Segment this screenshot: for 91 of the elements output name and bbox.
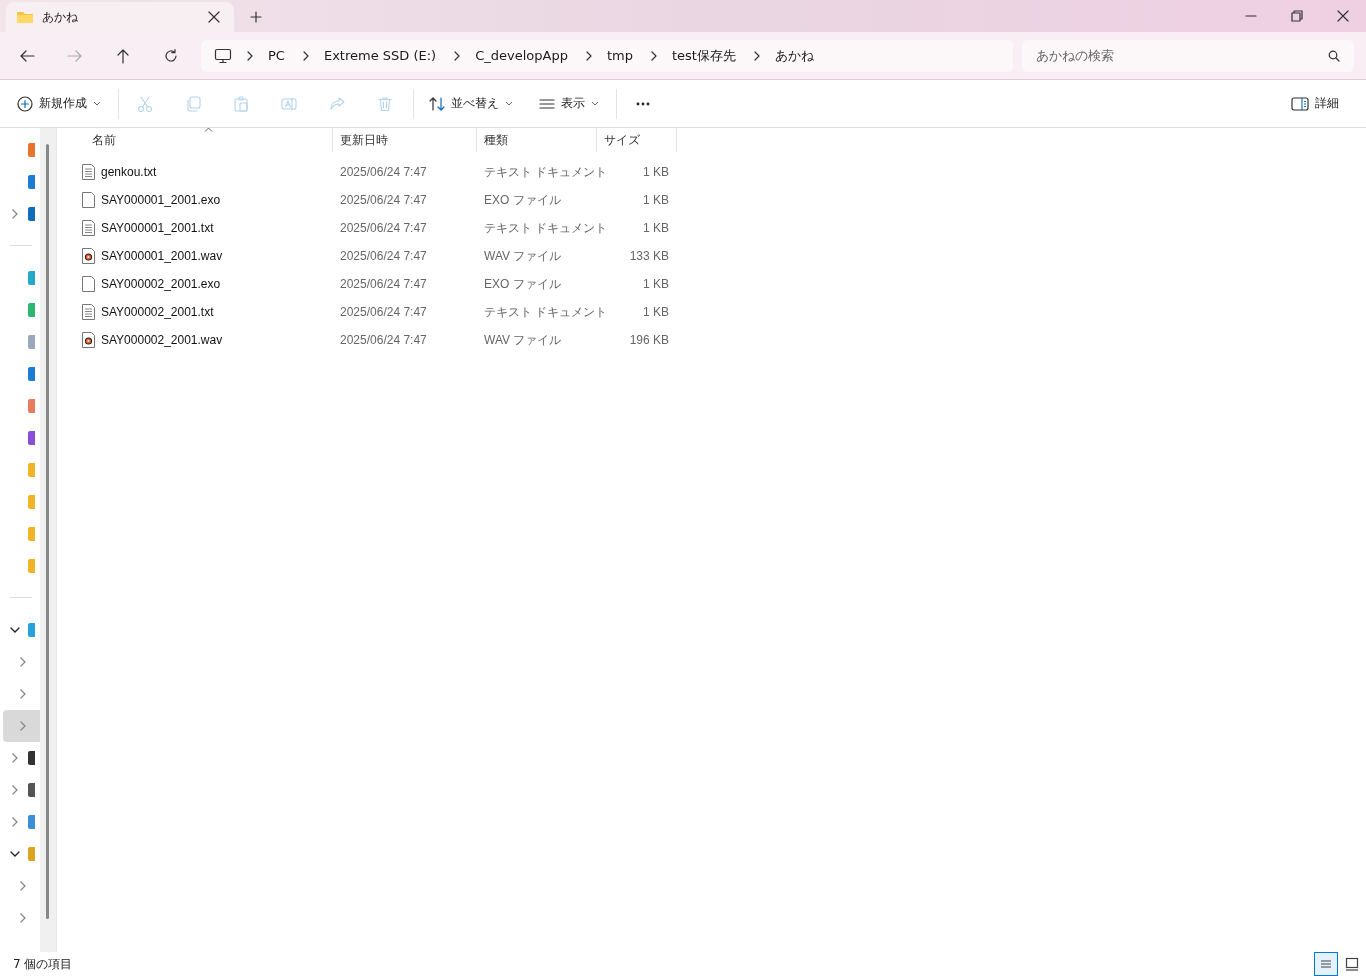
caret-down-icon [505, 100, 513, 107]
caret-down-icon [591, 100, 599, 107]
view-button[interactable]: 表示 [530, 87, 608, 120]
file-type: テキスト ドキュメント [484, 163, 608, 181]
file-size: 1 KB [643, 277, 669, 291]
chevron-down-icon[interactable] [10, 849, 20, 859]
file-name[interactable]: SAY000001_2001.exo [101, 193, 221, 207]
file-name[interactable]: SAY000001_2001.txt [101, 221, 214, 235]
column-header[interactable]: 更新日時 [333, 128, 477, 152]
chevron-right-icon [301, 50, 310, 61]
plus-icon [250, 11, 262, 23]
close-icon [1337, 10, 1349, 22]
file-type: EXO ファイル [484, 191, 561, 209]
chevron-right-icon[interactable] [18, 689, 28, 699]
scrollbar-thumb[interactable] [46, 144, 49, 919]
column-header[interactable]: サイズ [597, 128, 677, 152]
close-icon[interactable] [208, 11, 220, 23]
chevron-right-icon[interactable] [18, 881, 28, 891]
breadcrumb-item[interactable]: C_developApp [475, 48, 568, 63]
address-bar[interactable]: PC Extreme SSD (E:) C_developApp tmp test保存先 あかね [201, 39, 1013, 72]
chevron-right-icon[interactable] [10, 817, 20, 827]
file-size: 1 KB [643, 165, 669, 179]
file-type: WAV ファイル [484, 331, 562, 349]
file-size: 1 KB [643, 221, 669, 235]
file-size: 196 KB [629, 333, 669, 347]
up-arrow-icon [115, 47, 131, 64]
file-size: 1 KB [643, 305, 669, 319]
breadcrumb-item[interactable]: tmp [606, 48, 633, 63]
window-tab[interactable]: あかね [6, 2, 234, 32]
file-size: 1 KB [643, 193, 669, 207]
audio-file-icon [81, 248, 96, 264]
chevron-right-icon [584, 50, 593, 61]
folder-icon [16, 10, 34, 24]
chevron-right-icon [752, 50, 761, 61]
sort-button[interactable]: 並べ替え [420, 87, 522, 120]
modified-date: 2025/06/24 7:47 [340, 277, 427, 291]
blank-file-icon [81, 192, 96, 208]
caret-down-icon [93, 100, 101, 107]
breadcrumb-item[interactable]: あかね [774, 46, 814, 65]
breadcrumb-item[interactable]: PC [268, 48, 285, 63]
chevron-right-icon [246, 50, 254, 61]
breadcrumb-item[interactable]: test保存先 [671, 46, 736, 65]
file-type: EXO ファイル [484, 275, 561, 293]
column-header[interactable]: 種類 [477, 128, 597, 152]
chevron-right-icon[interactable] [10, 753, 20, 763]
modified-date: 2025/06/24 7:47 [340, 221, 427, 235]
item-count: 7 個の項目 [13, 955, 73, 973]
chevron-down-icon[interactable] [10, 625, 20, 635]
new-button[interactable]: 新規作成 [8, 87, 110, 120]
blank-file-icon [81, 276, 96, 292]
breadcrumb-item[interactable]: Extreme SSD (E:) [323, 48, 437, 63]
chevron-right-icon[interactable] [10, 209, 20, 219]
text-file-icon [81, 164, 96, 180]
file-name[interactable]: SAY000002_2001.txt [101, 305, 214, 319]
text-file-icon [81, 220, 96, 236]
file-name[interactable]: genkou.txt [101, 165, 157, 179]
search-icon [1328, 49, 1340, 62]
file-name[interactable]: SAY000001_2001.wav [101, 249, 223, 263]
details-pane-button[interactable]: 詳細 [1282, 87, 1348, 120]
panel-icon [1291, 96, 1309, 111]
audio-file-icon [81, 332, 96, 348]
search-field[interactable]: あかねの検索 [1022, 39, 1354, 72]
text-file-icon [81, 304, 96, 320]
chevron-right-icon [649, 50, 658, 61]
chevron-right-icon [453, 50, 462, 61]
sort-caret-icon [204, 127, 213, 132]
scrollbar[interactable] [40, 128, 57, 952]
column-header[interactable]: 名前 [76, 128, 333, 152]
file-name[interactable]: SAY000002_2001.wav [101, 333, 223, 347]
file-name[interactable]: SAY000002_2001.exo [101, 277, 221, 291]
modified-date: 2025/06/24 7:47 [340, 333, 427, 347]
file-type: WAV ファイル [484, 247, 562, 265]
chevron-right-icon[interactable] [18, 657, 28, 667]
details-view-button[interactable] [1314, 952, 1338, 976]
square-icon [1345, 957, 1359, 971]
modified-date: 2025/06/24 7:47 [340, 305, 427, 319]
chevron-right-icon[interactable] [10, 785, 20, 795]
refresh-icon [163, 47, 179, 64]
modified-date: 2025/06/24 7:47 [340, 193, 427, 207]
chevron-right-icon[interactable] [18, 913, 28, 923]
modified-date: 2025/06/24 7:47 [340, 249, 427, 263]
modified-date: 2025/06/24 7:47 [340, 165, 427, 179]
file-type: テキスト ドキュメント [484, 219, 608, 237]
file-size: 133 KB [629, 249, 669, 263]
plus-circle-icon [17, 95, 33, 112]
monitor-icon [214, 47, 232, 64]
sort-arrows-icon [429, 95, 445, 112]
restore-icon [1291, 10, 1303, 22]
list-lines-icon [1319, 957, 1333, 971]
file-type: テキスト ドキュメント [484, 303, 608, 321]
chevron-right-icon[interactable] [18, 721, 28, 731]
